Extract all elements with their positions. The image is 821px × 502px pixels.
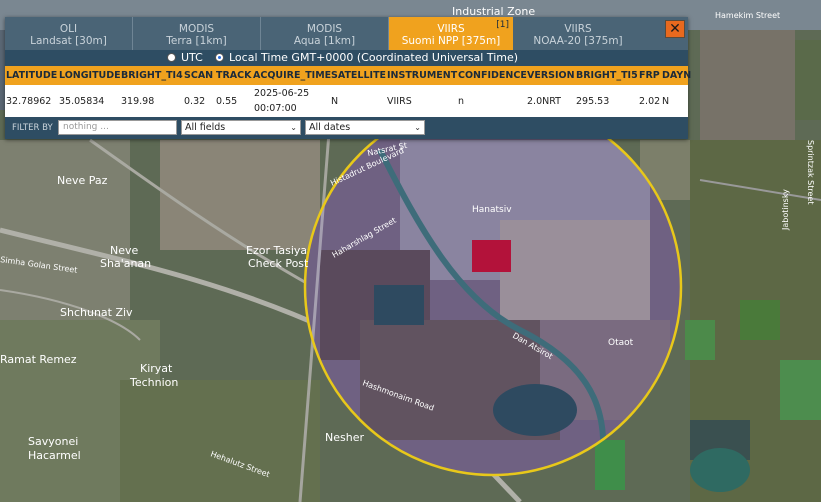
tab-subtitle: Landsat [30m] [30,35,107,47]
tab-subtitle: NOAA-20 [375m] [533,35,623,47]
cell-bright-ti5: 295.53 [576,96,610,107]
tab-title: VIIRS [437,23,465,35]
utc-label: UTC [181,51,203,64]
cell-version: 2.0NRT [527,96,561,107]
map-label: Nesher [325,431,364,444]
map-label: Sha'anan [100,257,151,270]
cell-frp: 2.02 [639,96,661,107]
map-label: Ramat Remez [0,353,77,366]
map-label: Kiryat [140,362,173,375]
map-label: Savyonei [28,435,78,448]
column-header[interactable]: BRIGHT_TI4 [121,70,183,81]
column-header[interactable]: LONGITUDE [59,70,121,81]
column-header[interactable]: FRP [639,70,660,81]
tab-subtitle: Suomi NPP [375m] [401,35,501,47]
filter-label: FILTER BY [12,123,53,133]
column-header[interactable]: SATELLITE [331,70,386,81]
map-label: Neve Paz [57,174,108,187]
table-row[interactable]: 32.78962 35.05834 319.98 0.32 0.55 2025-… [5,85,688,117]
tab-title: OLI [59,23,78,35]
close-icon: ✕ [669,21,681,37]
filter-input[interactable]: nothing ... [58,120,177,135]
tab-viirs-suomi-npp[interactable]: [1] VIIRS Suomi NPP [375m] [389,17,513,50]
column-header[interactable]: LATITUDE [6,70,57,81]
fire-hotspot[interactable] [472,240,511,272]
map-label: Neve [110,244,139,257]
tab-count-badge: [1] [496,20,509,30]
date-select-value: All dates [309,122,351,133]
date-select[interactable]: All dates ⌄ [305,120,425,135]
column-header[interactable]: BRIGHT_TI5 [576,70,638,81]
tab-subtitle: Terra [1km] [166,35,227,47]
table-header: LATITUDE LONGITUDE BRIGHT_TI4 SCAN TRACK… [5,66,691,85]
filter-bar: FILTER BY nothing ... All fields ⌄ All d… [5,117,688,139]
chevron-down-icon: ⌄ [414,123,421,132]
sensor-tabs: OLI Landsat [30m] MODIS Terra [1km] MODI… [5,17,688,50]
cell-instrument: VIIRS [387,96,412,107]
column-header[interactable]: SCAN [184,70,213,81]
map-label: Hanatsiv [472,205,512,215]
map-label: Ezor Tasiya [246,244,307,257]
local-time-radio[interactable] [215,53,224,62]
column-header[interactable]: ACQUIRE_TIME [253,70,331,81]
cell-confidence: n [458,96,465,107]
map-label: Otaot [608,338,634,348]
map-label: Shchunat Ziv [60,306,133,319]
map-label: Check Post [248,257,309,270]
cell-satellite: N [331,96,339,107]
column-header[interactable]: INSTRUMENT [387,70,457,81]
map-label: Technion [129,376,178,389]
close-button[interactable]: ✕ [665,20,685,38]
street-label: Hamekim Street [715,11,780,20]
local-time-label: Local Time GMT+0000 (Coordinated Univers… [229,51,519,64]
cell-bright-ti4: 319.98 [121,96,155,107]
chevron-down-icon: ⌄ [290,123,297,132]
cell-acquire-date: 2025-06-25 [254,88,310,99]
column-header[interactable]: DAYN [662,70,691,81]
column-header[interactable]: CONFIDENCE [458,70,527,81]
tab-title: MODIS [178,23,215,35]
timezone-toggle: UTC Local Time GMT+0000 (Coordinated Uni… [5,50,688,66]
cell-latitude: 32.78962 [6,96,52,107]
tab-modis-aqua[interactable]: MODIS Aqua [1km] [261,17,389,50]
cell-track: 0.55 [216,96,238,107]
tab-subtitle: Aqua [1km] [293,35,356,47]
tab-title: MODIS [306,23,343,35]
cell-daynight: N [662,96,670,107]
cell-acquire-time: 00:07:00 [254,103,297,114]
column-header[interactable]: TRACK [216,70,251,81]
map-label: Hacarmel [28,449,81,462]
street-label: Sprintzak Street [806,140,815,204]
cell-scan: 0.32 [184,96,206,107]
tab-viirs-noaa-20[interactable]: VIIRS NOAA-20 [375m] [513,17,643,50]
utc-radio[interactable] [167,53,176,62]
tab-modis-terra[interactable]: MODIS Terra [1km] [133,17,261,50]
column-header[interactable]: VERSION [527,70,575,81]
field-select-value: All fields [185,122,226,133]
fire-data-panel: OLI Landsat [30m] MODIS Terra [1km] MODI… [5,17,691,139]
tab-title: VIIRS [564,23,592,35]
field-select[interactable]: All fields ⌄ [181,120,301,135]
tab-oli-landsat[interactable]: OLI Landsat [30m] [5,17,133,50]
street-label: Jabotinsky [781,189,790,231]
cell-longitude: 35.05834 [59,96,105,107]
